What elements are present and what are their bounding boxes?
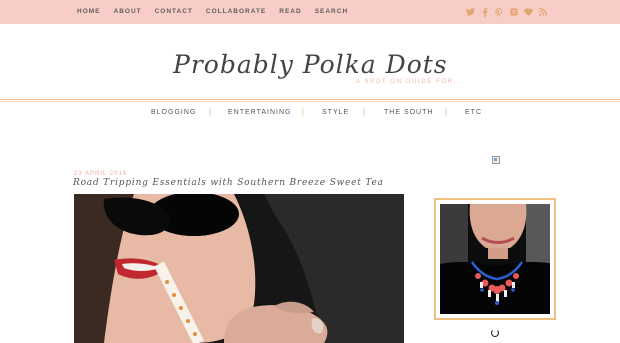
instagram-icon[interactable]: [509, 7, 519, 17]
post-photo-illustration: [74, 194, 404, 343]
top-nav-contact[interactable]: CONTACT: [155, 8, 193, 15]
main-nav-entertaining[interactable]: ENTERTAINING: [228, 109, 291, 116]
main-nav-separator: |: [209, 109, 211, 116]
facebook-icon[interactable]: [480, 7, 490, 17]
main-nav-style[interactable]: STYLE: [322, 109, 349, 116]
post-title[interactable]: Road Tripping Essentials with Southern B…: [73, 178, 384, 188]
top-nav-about[interactable]: ABOUT: [114, 8, 142, 15]
header-divider-bottom: [0, 101, 620, 102]
top-nav-collaborate[interactable]: COLLABORATE: [206, 8, 266, 15]
main-nav-the-south[interactable]: THE SOUTH: [384, 109, 433, 116]
post-date: 23 APRIL 2015: [74, 171, 128, 177]
social-icons: [465, 7, 552, 17]
sidebar-profile-image[interactable]: [434, 198, 556, 320]
pinterest-icon[interactable]: [494, 7, 504, 17]
header-divider-top: [0, 99, 620, 100]
main-nav-blogging[interactable]: BLOGGING: [151, 109, 196, 116]
main-nav-etc[interactable]: ETC: [465, 109, 482, 116]
top-nav-home[interactable]: HOME: [77, 8, 101, 15]
top-nav: HOME ABOUT CONTACT COLLABORATE READ SEAR…: [77, 8, 361, 15]
loading-spinner-icon: [491, 329, 499, 337]
main-nav-separator: |: [363, 109, 365, 116]
site-tagline: A SPOT ON GUIDE FOR...: [356, 79, 464, 85]
broken-image-icon: [492, 156, 500, 164]
top-nav-search[interactable]: SEARCH: [315, 8, 348, 15]
site-logo[interactable]: Probably Polka Dots: [173, 50, 448, 79]
post-image[interactable]: [74, 194, 404, 343]
top-nav-read[interactable]: READ: [279, 8, 301, 15]
main-nav-separator: |: [302, 109, 304, 116]
main-nav-separator: |: [445, 109, 447, 116]
twitter-icon[interactable]: [465, 7, 475, 17]
rss-icon[interactable]: [538, 7, 548, 17]
main-nav: BLOGGING | ENTERTAINING | STYLE | THE SO…: [0, 109, 620, 121]
sidebar-photo-illustration: [440, 204, 550, 314]
bloglovin-heart-icon[interactable]: [523, 7, 533, 17]
